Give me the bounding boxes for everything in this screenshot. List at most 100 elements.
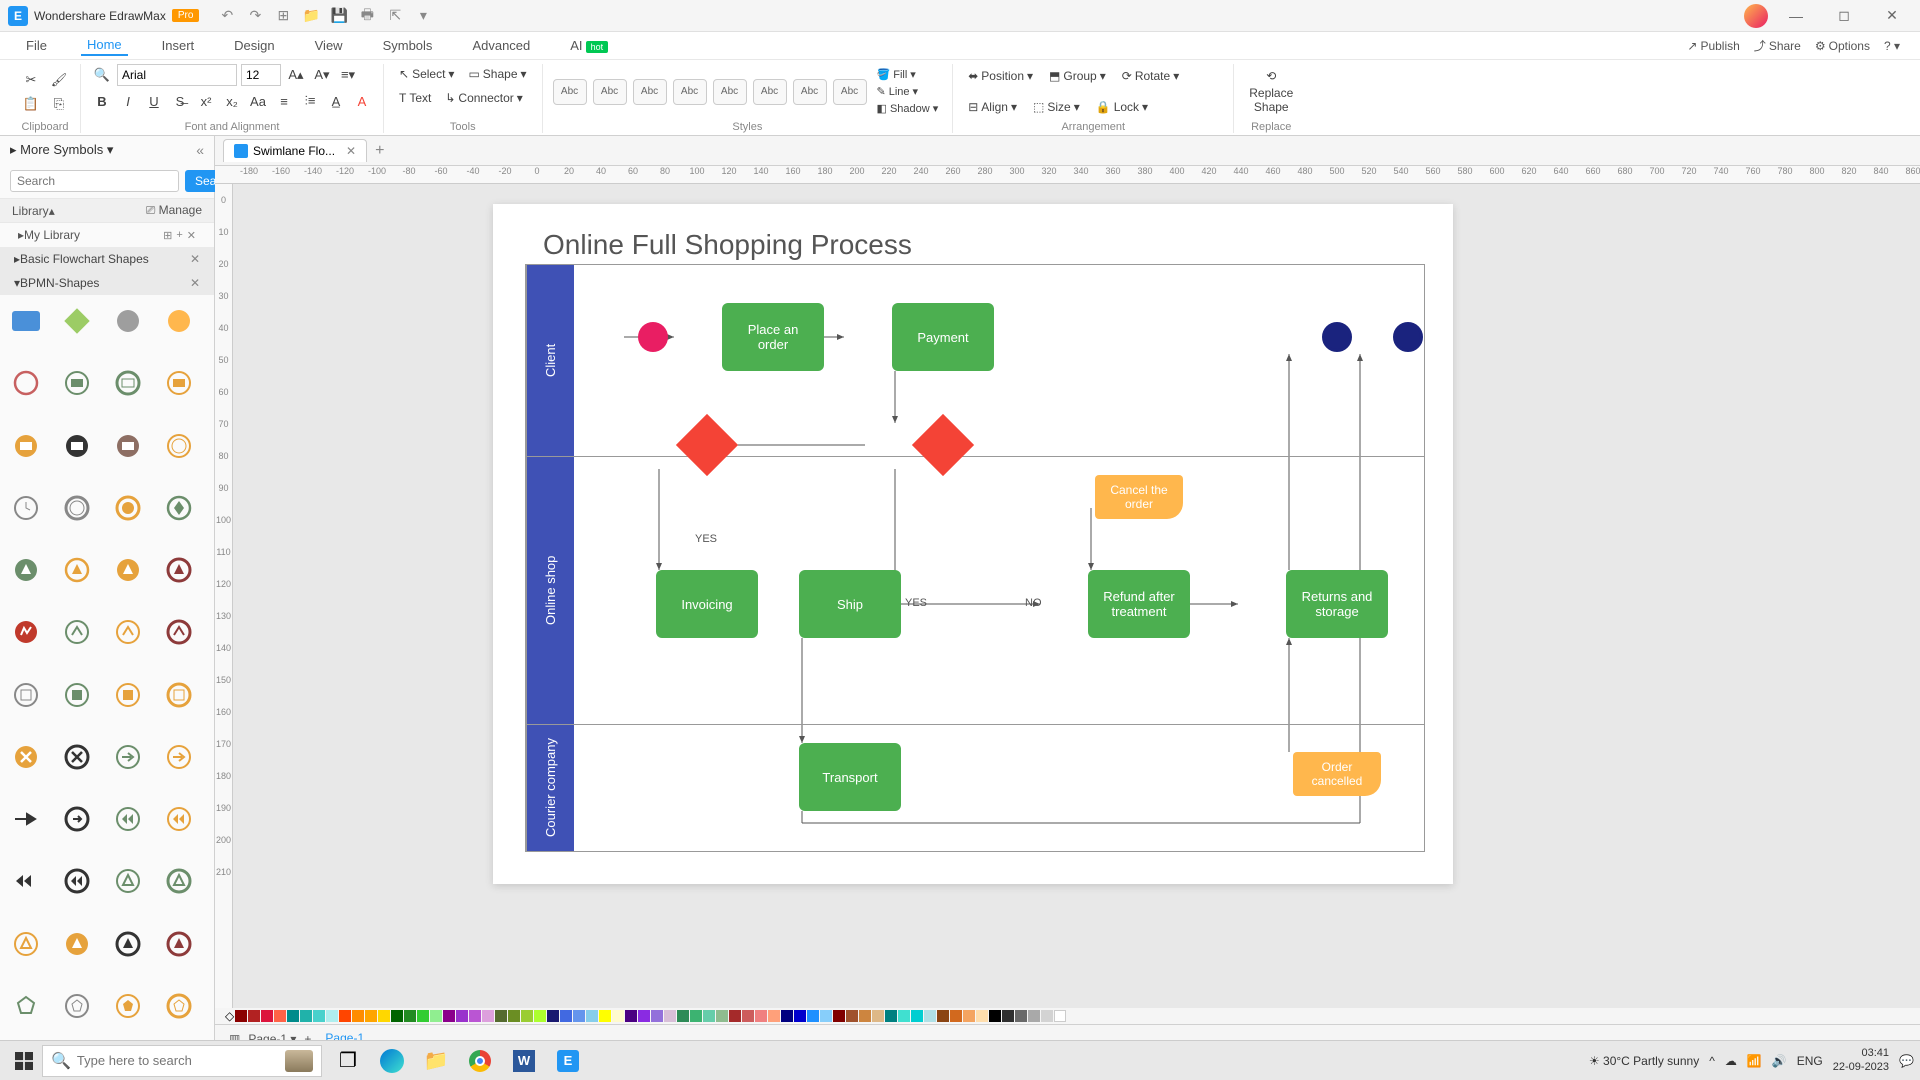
color-swatch[interactable] — [300, 1010, 312, 1022]
tray-language-icon[interactable]: ENG — [1797, 1054, 1823, 1068]
more-symbols-label[interactable]: ▸ More Symbols ▾ — [10, 142, 113, 158]
color-swatch[interactable] — [716, 1010, 728, 1022]
shape-task[interactable] — [10, 305, 42, 337]
maximize-button[interactable]: ◻ — [1824, 2, 1864, 30]
lib-expand-icon[interactable]: ⊞ — [163, 229, 172, 242]
color-swatch[interactable] — [521, 1010, 533, 1022]
color-swatch[interactable] — [755, 1010, 767, 1022]
group-button[interactable]: ⬒ Group ▾ — [1044, 66, 1111, 86]
manage-library-button[interactable]: ⎚ Manage — [146, 203, 202, 218]
tray-chevron-icon[interactable]: ^ — [1709, 1054, 1715, 1068]
shape-signal-orange2[interactable] — [112, 554, 144, 586]
close-category-icon[interactable]: ✕ — [190, 276, 200, 290]
style-preset-4[interactable]: Abc — [673, 79, 707, 105]
my-library-item[interactable]: ▸ My Library ⊞ + ✕ — [0, 223, 214, 247]
color-swatch[interactable] — [547, 1010, 559, 1022]
color-swatch[interactable] — [950, 1010, 962, 1022]
font-family-select[interactable] — [117, 64, 237, 86]
style-preset-5[interactable]: Abc — [713, 79, 747, 105]
bold-button[interactable]: B — [91, 90, 113, 112]
color-swatch[interactable] — [989, 1010, 1001, 1022]
shape-link-green[interactable] — [112, 741, 144, 773]
style-preset-6[interactable]: Abc — [753, 79, 787, 105]
shape-message-green[interactable] — [61, 367, 93, 399]
color-swatch[interactable] — [742, 1010, 754, 1022]
lane-header-courier[interactable]: Courier company — [526, 725, 574, 851]
position-button[interactable]: ⬌ Position ▾ — [963, 66, 1038, 86]
shape-pentagon-orange[interactable] — [112, 990, 144, 1022]
chrome-icon[interactable] — [460, 1043, 500, 1079]
add-tab-button[interactable]: + — [375, 142, 384, 160]
color-swatch[interactable] — [794, 1010, 806, 1022]
color-swatch[interactable] — [898, 1010, 910, 1022]
format-painter-button[interactable]: 🖌 — [48, 69, 70, 91]
color-swatch[interactable] — [612, 1010, 624, 1022]
print-button[interactable]: 🖶 — [359, 8, 375, 24]
export-button[interactable]: ⇱ — [387, 8, 403, 24]
bullets-button[interactable]: ⫶≡ — [299, 90, 321, 112]
ship-box[interactable]: Ship — [799, 570, 901, 638]
highlight-button[interactable]: A̲ — [325, 90, 347, 112]
shape-message-green2[interactable] — [112, 367, 144, 399]
shape-cancel-orange[interactable] — [10, 741, 42, 773]
cancelled-annotation[interactable]: Order cancelled — [1293, 752, 1381, 796]
taskbar-clock[interactable]: 03:41 22-09-2023 — [1833, 1047, 1889, 1073]
shape-timer-gray[interactable] — [10, 492, 42, 524]
strikethrough-button[interactable]: S̶ — [169, 90, 191, 112]
size-button[interactable]: ⬚ Size ▾ — [1028, 97, 1085, 117]
shape-message-dark-orange[interactable] — [10, 430, 42, 462]
color-swatch[interactable] — [430, 1010, 442, 1022]
color-swatch[interactable] — [833, 1010, 845, 1022]
color-swatch[interactable] — [703, 1010, 715, 1022]
explorer-icon[interactable]: 📁 — [416, 1043, 456, 1079]
color-swatch[interactable] — [859, 1010, 871, 1022]
color-swatch[interactable] — [313, 1010, 325, 1022]
taskbar-search[interactable]: 🔍 — [42, 1045, 322, 1077]
style-preset-2[interactable]: Abc — [593, 79, 627, 105]
menu-design[interactable]: Design — [228, 36, 280, 55]
color-swatch[interactable] — [274, 1010, 286, 1022]
color-swatch[interactable] — [1002, 1010, 1014, 1022]
shape-signal-orange[interactable] — [61, 554, 93, 586]
color-swatch[interactable] — [326, 1010, 338, 1022]
font-size-select[interactable] — [241, 64, 281, 86]
color-swatch[interactable] — [391, 1010, 403, 1022]
replace-shape-button[interactable]: ⟲Replace Shape — [1244, 66, 1298, 117]
close-tab-button[interactable]: ✕ — [346, 144, 356, 158]
basic-flowchart-category[interactable]: ▸ Basic Flowchart Shapes✕ — [0, 247, 214, 271]
color-swatch[interactable] — [1054, 1010, 1066, 1022]
color-swatch[interactable] — [586, 1010, 598, 1022]
shape-link-orange[interactable] — [163, 741, 195, 773]
menu-home[interactable]: Home — [81, 35, 128, 56]
shape-timer-orange2[interactable] — [112, 492, 144, 524]
shape-tool-button[interactable]: ▭ Shape ▾ — [463, 64, 531, 84]
shrink-font-button[interactable]: A▾ — [311, 64, 333, 86]
color-swatch[interactable] — [573, 1010, 585, 1022]
color-swatch[interactable] — [261, 1010, 273, 1022]
color-swatch[interactable] — [560, 1010, 572, 1022]
undo-button[interactable]: ↶ — [219, 8, 235, 24]
color-swatch[interactable] — [937, 1010, 949, 1022]
shape-data-orange[interactable] — [112, 679, 144, 711]
tray-wifi-icon[interactable]: 📶 — [1747, 1054, 1762, 1068]
redo-button[interactable]: ↷ — [247, 8, 263, 24]
shape-circle-rewind-black[interactable] — [61, 865, 93, 897]
style-preset-1[interactable]: Abc — [553, 79, 587, 105]
shape-escalation-orange[interactable] — [112, 616, 144, 648]
color-swatch[interactable] — [924, 1010, 936, 1022]
color-swatch[interactable] — [508, 1010, 520, 1022]
menu-ai[interactable]: AIhot — [564, 36, 614, 55]
cut-button[interactable]: ✂ — [20, 69, 42, 91]
start-event[interactable] — [638, 322, 668, 352]
shape-circle-red[interactable] — [10, 367, 42, 399]
shape-circle-arrow-black[interactable] — [61, 803, 93, 835]
shape-arrow-black[interactable] — [10, 803, 42, 835]
color-swatch[interactable] — [781, 1010, 793, 1022]
menu-view[interactable]: View — [309, 36, 349, 55]
symbol-search-input[interactable] — [10, 170, 179, 192]
color-swatch[interactable] — [963, 1010, 975, 1022]
minimize-button[interactable]: — — [1776, 2, 1816, 30]
lib-close-icon[interactable]: ✕ — [187, 229, 196, 242]
text-tool-button[interactable]: T Text — [394, 88, 436, 108]
paste-button[interactable]: 📋 — [20, 93, 42, 115]
